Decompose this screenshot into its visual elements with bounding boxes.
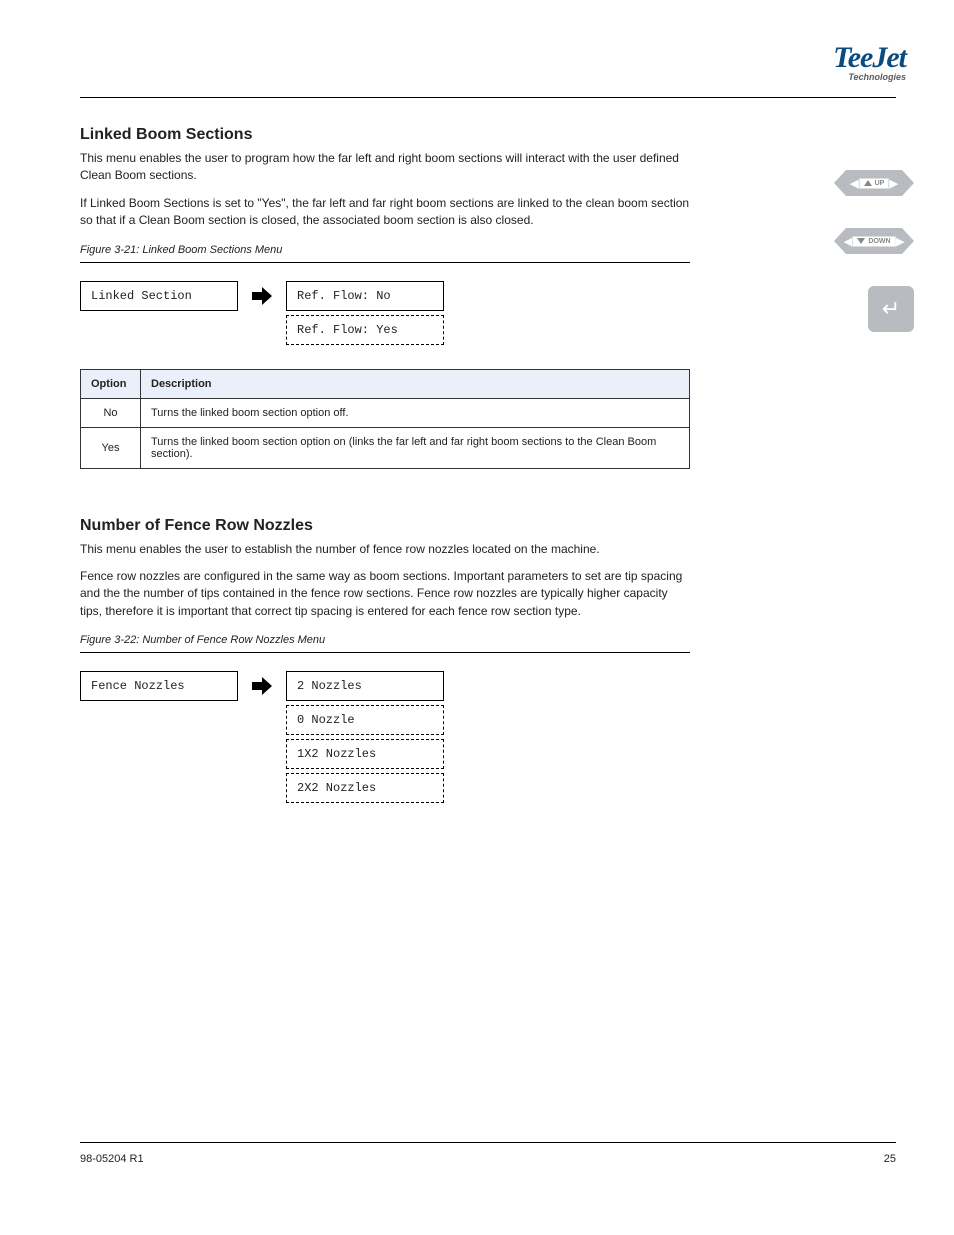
figure-linked-boom: Linked Section Ref. Flow: No Ref. Flow: …: [80, 262, 690, 351]
options-table: Option Description No Turns the linked b…: [80, 369, 690, 469]
table-header: Description: [141, 369, 690, 398]
down-label: DOWN: [868, 238, 890, 245]
down-button[interactable]: ◀ DOWN ▶: [834, 228, 914, 254]
up-button[interactable]: ◀ UP ▶: [834, 170, 914, 196]
chevron-right-icon: ▶: [889, 177, 897, 190]
side-button-column: ◀ UP ▶ ◀ DOWN ▶ ↵: [834, 170, 914, 332]
chevron-left-icon: ◀: [850, 177, 858, 190]
section-title-fence-row: Number of Fence Row Nozzles: [80, 517, 690, 535]
paragraph: Fence row nozzles are configured in the …: [80, 568, 690, 620]
table-row: No Turns the linked boom section option …: [81, 398, 690, 427]
brand-logo: TeeJet Technologies: [833, 44, 906, 81]
enter-icon: ↵: [882, 296, 900, 322]
option-cell: No: [81, 398, 141, 427]
chevron-right-icon: ▶: [896, 235, 904, 248]
logo-subtext: Technologies: [833, 73, 906, 81]
display-box-alt: 1X2 Nozzles: [286, 739, 444, 769]
triangle-down-icon: [857, 238, 865, 244]
display-box-alt: Ref. Flow: Yes: [286, 315, 444, 345]
triangle-up-icon: [864, 180, 872, 186]
figure-caption: Figure 3-21: Linked Boom Sections Menu: [80, 244, 690, 256]
paragraph: If Linked Boom Sections is set to "Yes",…: [80, 195, 690, 230]
page-footer: 98-05204 R1 25: [80, 1142, 896, 1165]
arrow-right-icon: [252, 677, 272, 695]
arrow-right-icon: [252, 287, 272, 305]
table-row: Yes Turns the linked boom section option…: [81, 427, 690, 468]
chevron-left-icon: ◀: [844, 235, 852, 248]
paragraph: This menu enables the user to establish …: [80, 541, 690, 558]
description-cell: Turns the linked boom section option on …: [141, 427, 690, 468]
enter-button[interactable]: ↵: [868, 286, 914, 332]
table-header: Option: [81, 369, 141, 398]
figure-fence-row: Fence Nozzles 2 Nozzles 0 Nozzle 1X2 Noz…: [80, 652, 690, 809]
header: TeeJet Technologies: [80, 50, 896, 98]
up-label: UP: [875, 180, 885, 187]
section-title-linked-boom: Linked Boom Sections: [80, 126, 690, 144]
display-box: Fence Nozzles: [80, 671, 238, 701]
display-box: Ref. Flow: No: [286, 281, 444, 311]
display-box: 2 Nozzles: [286, 671, 444, 701]
footer-page-number: 25: [884, 1153, 896, 1165]
display-box: Linked Section: [80, 281, 238, 311]
paragraph: This menu enables the user to program ho…: [80, 150, 690, 185]
footer-left: 98-05204 R1: [80, 1153, 144, 1165]
logo-text: TeeJet: [833, 44, 906, 71]
description-cell: Turns the linked boom section option off…: [141, 398, 690, 427]
option-cell: Yes: [81, 427, 141, 468]
display-box-alt: 2X2 Nozzles: [286, 773, 444, 803]
figure-caption: Figure 3-22: Number of Fence Row Nozzles…: [80, 634, 690, 646]
display-box-alt: 0 Nozzle: [286, 705, 444, 735]
